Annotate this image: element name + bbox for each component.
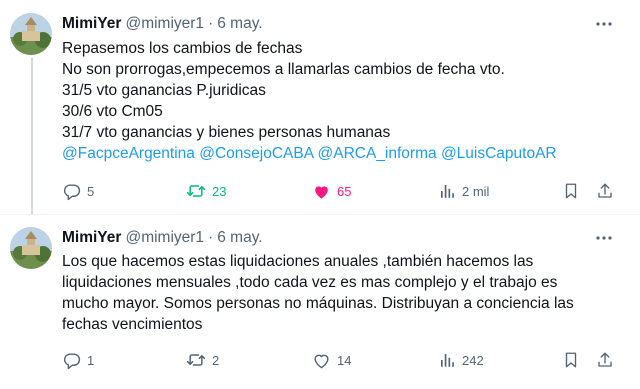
reply-button[interactable]: 5: [62, 179, 94, 203]
text-line: 31/5 vto ganancias P.juridicas: [62, 82, 266, 99]
tweet-actions: 1 2 14 242: [62, 348, 622, 372]
share-button[interactable]: [596, 348, 614, 372]
repost-button[interactable]: 23: [186, 179, 226, 203]
mentions-line: @FacpceArgentina @ConsejoCABA @ARCA_info…: [62, 143, 622, 164]
share-button[interactable]: [596, 179, 614, 203]
text-line: 30/6 vto Cm05: [62, 103, 163, 120]
repost-button[interactable]: 2: [186, 348, 219, 372]
mention-link[interactable]: @LuisCaputoAR: [441, 145, 557, 162]
bookmark-button[interactable]: [562, 348, 580, 372]
tweet-header: MimiYer @mimiyer1 · 6 may.: [62, 13, 263, 35]
views-count: 2 mil: [462, 183, 490, 199]
views-count: 242: [462, 352, 484, 368]
text-line: fechas vencimientos: [62, 316, 203, 333]
bookmark-icon: [562, 351, 580, 369]
bookmark-icon: [562, 182, 580, 200]
username[interactable]: @mimiyer1: [125, 229, 204, 247]
views-icon: [438, 351, 456, 369]
bookmark-button[interactable]: [562, 179, 580, 203]
display-name[interactable]: MimiYer: [62, 229, 121, 247]
mention-link[interactable]: @ConsejoCABA: [199, 145, 313, 162]
tweet-actions: 5 23 65 2 mil: [62, 179, 622, 203]
reply-icon: [62, 351, 81, 370]
repost-count: 2: [212, 352, 220, 368]
avatar[interactable]: [10, 13, 52, 55]
heart-icon: [312, 182, 331, 201]
tweet-text: Repasemos los cambios de fechas No son p…: [62, 38, 622, 164]
tweet-header: MimiYer @mimiyer1 · 6 may.: [62, 227, 263, 249]
separator-dot: ·: [208, 229, 214, 246]
more-icon[interactable]: [594, 228, 614, 248]
share-icon: [596, 351, 614, 369]
mention-link[interactable]: @FacpceArgentina: [62, 145, 195, 162]
reply-count: 5: [87, 183, 95, 199]
heart-icon: [312, 351, 331, 370]
repost-icon: [186, 181, 206, 201]
text-line: mucho mayor. Somos personas no máquinas.…: [62, 295, 574, 312]
repost-icon: [186, 350, 206, 370]
text-line: No son prorrogas,empecemos a llamarlas c…: [62, 61, 505, 78]
views-button[interactable]: 242: [438, 348, 484, 372]
avatar[interactable]: [10, 227, 52, 269]
mention-link[interactable]: @ARCA_informa: [318, 145, 437, 162]
views-icon: [438, 182, 456, 200]
like-count: 65: [337, 183, 352, 199]
reply-button[interactable]: 1: [62, 348, 94, 372]
like-button[interactable]: 65: [312, 179, 351, 203]
tweet-2[interactable]: MimiYer @mimiyer1 · 6 may. Los que hacem…: [0, 215, 640, 389]
reply-count: 1: [87, 352, 95, 368]
tweet-date[interactable]: 6 may.: [217, 229, 262, 247]
text-line: liquidaciones mensuales ,todo cada vez e…: [62, 274, 558, 291]
reply-icon: [62, 182, 81, 201]
repost-count: 23: [212, 183, 227, 199]
display-name[interactable]: MimiYer: [62, 15, 121, 33]
like-button[interactable]: 14: [312, 348, 351, 372]
text-line: 31/7 vto ganancias y bienes personas hum…: [62, 124, 391, 141]
share-icon: [596, 182, 614, 200]
tweet-date[interactable]: 6 may.: [217, 15, 262, 33]
tweet-1[interactable]: MimiYer @mimiyer1 · 6 may. Repasemos los…: [0, 0, 640, 214]
views-button[interactable]: 2 mil: [438, 179, 489, 203]
text-line: Los que hacemos estas liquidaciones anua…: [62, 253, 534, 270]
like-count: 14: [337, 352, 352, 368]
thread-line: [31, 58, 33, 214]
text-line: Repasemos los cambios de fechas: [62, 40, 303, 57]
tweet-text: Los que hacemos estas liquidaciones anua…: [62, 251, 622, 335]
username[interactable]: @mimiyer1: [125, 15, 204, 33]
separator-dot: ·: [208, 15, 214, 32]
more-icon[interactable]: [594, 14, 614, 34]
